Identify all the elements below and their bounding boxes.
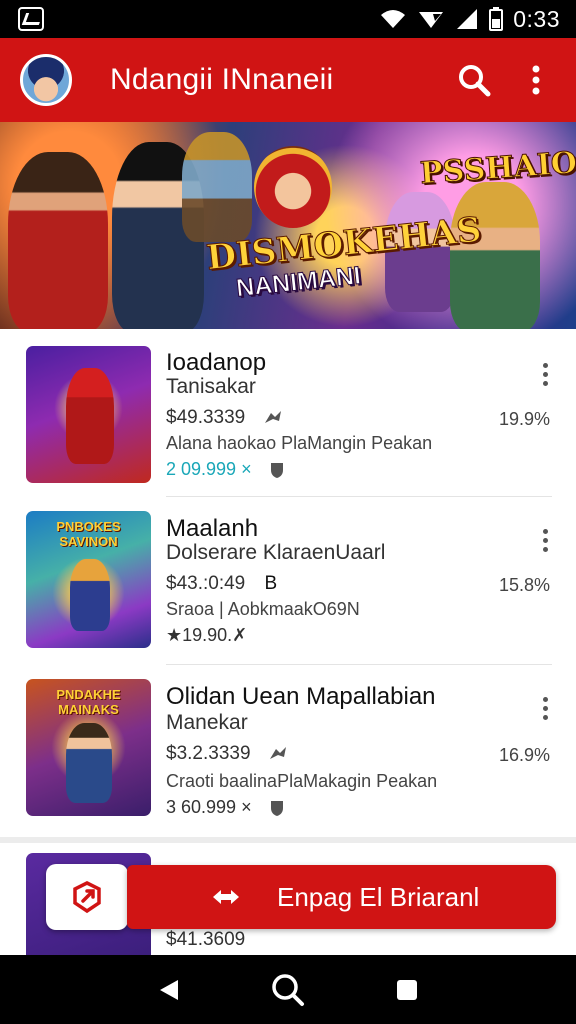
game-thumbnail[interactable]: PNDAKHE MAINAKS — [26, 679, 151, 816]
item-price-badge: B — [264, 573, 278, 594]
list-item[interactable]: Ioadanop Tanisakar $49.3339 Alana haokao… — [0, 329, 576, 497]
list-item[interactable]: PNBOKES SAVINON Maalanh Dolserare Klarae… — [0, 497, 576, 665]
item-meta-value: 2 09.999 × — [166, 459, 252, 479]
item-title: Olidan Uean Mapallabian — [166, 683, 436, 710]
item-subtitle: Manekar — [166, 711, 248, 734]
item-more-button[interactable] — [540, 697, 550, 720]
item-description: Craoti baalinaPlaMakagin Peakan — [166, 771, 438, 791]
item-description: Alana haokao PlaMangin Peakan — [166, 433, 433, 453]
nav-home-button[interactable] — [268, 970, 308, 1010]
cell-signal-icon — [457, 9, 478, 29]
nav-back-button[interactable] — [149, 970, 189, 1010]
item-price: $41.3609 — [166, 929, 246, 950]
search-home-icon — [272, 973, 304, 1006]
recents-icon — [396, 979, 417, 1000]
banner-emblem — [254, 146, 332, 228]
banner-badge: PSSHAION — [419, 143, 576, 192]
app-title: Ndangii INnaneii — [110, 63, 334, 96]
item-price: $3.2.3339 — [166, 743, 288, 765]
item-subtitle: Dolserare KlaraenUaarl — [166, 541, 386, 564]
wifi-icon — [381, 10, 406, 28]
item-price-value: $43.:0:49 — [166, 573, 246, 594]
item-price-value: $49.3339 — [166, 407, 246, 428]
thumbnail-text: PNDAKHE MAINAKS — [56, 687, 121, 717]
clock: 0:33 — [513, 5, 560, 32]
game-list: Ioadanop Tanisakar $49.3339 Alana haokao… — [0, 329, 576, 837]
system-nav-bar — [0, 955, 576, 1024]
battery-icon — [489, 7, 504, 31]
item-title: Maalanh — [166, 515, 259, 542]
search-button[interactable] — [452, 58, 496, 102]
puzzle-icon — [264, 410, 281, 423]
item-meta: 3 60.999 × — [166, 797, 285, 818]
item-percent: 19.9% — [498, 409, 550, 429]
item-more-button[interactable] — [540, 529, 550, 552]
item-subtitle: Tanisakar — [166, 375, 256, 398]
item-description: Sraoa | AobkmaakO69N — [166, 599, 360, 619]
swap-arrows-icon — [213, 890, 239, 904]
item-percent: 16.9% — [498, 745, 550, 765]
item-meta: 2 09.999 × — [166, 459, 285, 480]
gallery-notification-icon — [18, 7, 44, 31]
primary-action-label: Enpag El Briaranl — [277, 881, 480, 912]
banner-warrior-figure — [182, 132, 252, 242]
signal-triangle-icon — [419, 12, 444, 28]
item-price: $43.:0:49 B — [166, 573, 277, 595]
banner-goblin-figure — [450, 182, 540, 329]
game-thumbnail[interactable]: PNBOKES SAVINON — [26, 511, 151, 648]
share-icon — [73, 881, 101, 914]
app-bar: Ndangii INnaneii — [0, 38, 576, 122]
back-icon — [160, 979, 179, 1000]
banner-hero-figure — [8, 152, 108, 329]
item-price-value: $3.2.3339 — [166, 743, 251, 764]
shield-icon — [270, 463, 283, 479]
puzzle-icon — [269, 746, 286, 759]
item-percent: 15.8% — [498, 575, 550, 595]
search-icon — [459, 65, 491, 97]
thumbnail-text: PNBOKES SAVINON — [56, 519, 121, 549]
list-item[interactable]: PNDAKHE MAINAKS Olidan Uean Mapallabian … — [0, 665, 576, 833]
item-more-button[interactable] — [540, 363, 550, 386]
item-price: $49.3339 — [166, 407, 283, 429]
share-button[interactable] — [46, 864, 128, 930]
avatar[interactable] — [20, 54, 72, 106]
more-vert-icon — [532, 65, 540, 95]
shield-icon — [270, 801, 283, 817]
primary-action-button[interactable]: Enpag El Briaranl — [127, 865, 556, 929]
item-title: Ioadanop — [166, 349, 267, 376]
overflow-menu-button[interactable] — [514, 58, 558, 102]
featured-banner[interactable]: PSSHAION DISMOKEHAS NANIMANI — [0, 122, 576, 329]
game-thumbnail[interactable] — [26, 346, 151, 483]
item-meta: ★19.90.✗ — [166, 625, 248, 645]
nav-recents-button[interactable] — [387, 970, 427, 1010]
item-meta-value: 3 60.999 × — [166, 797, 252, 817]
status-bar: 0:33 — [0, 0, 576, 38]
